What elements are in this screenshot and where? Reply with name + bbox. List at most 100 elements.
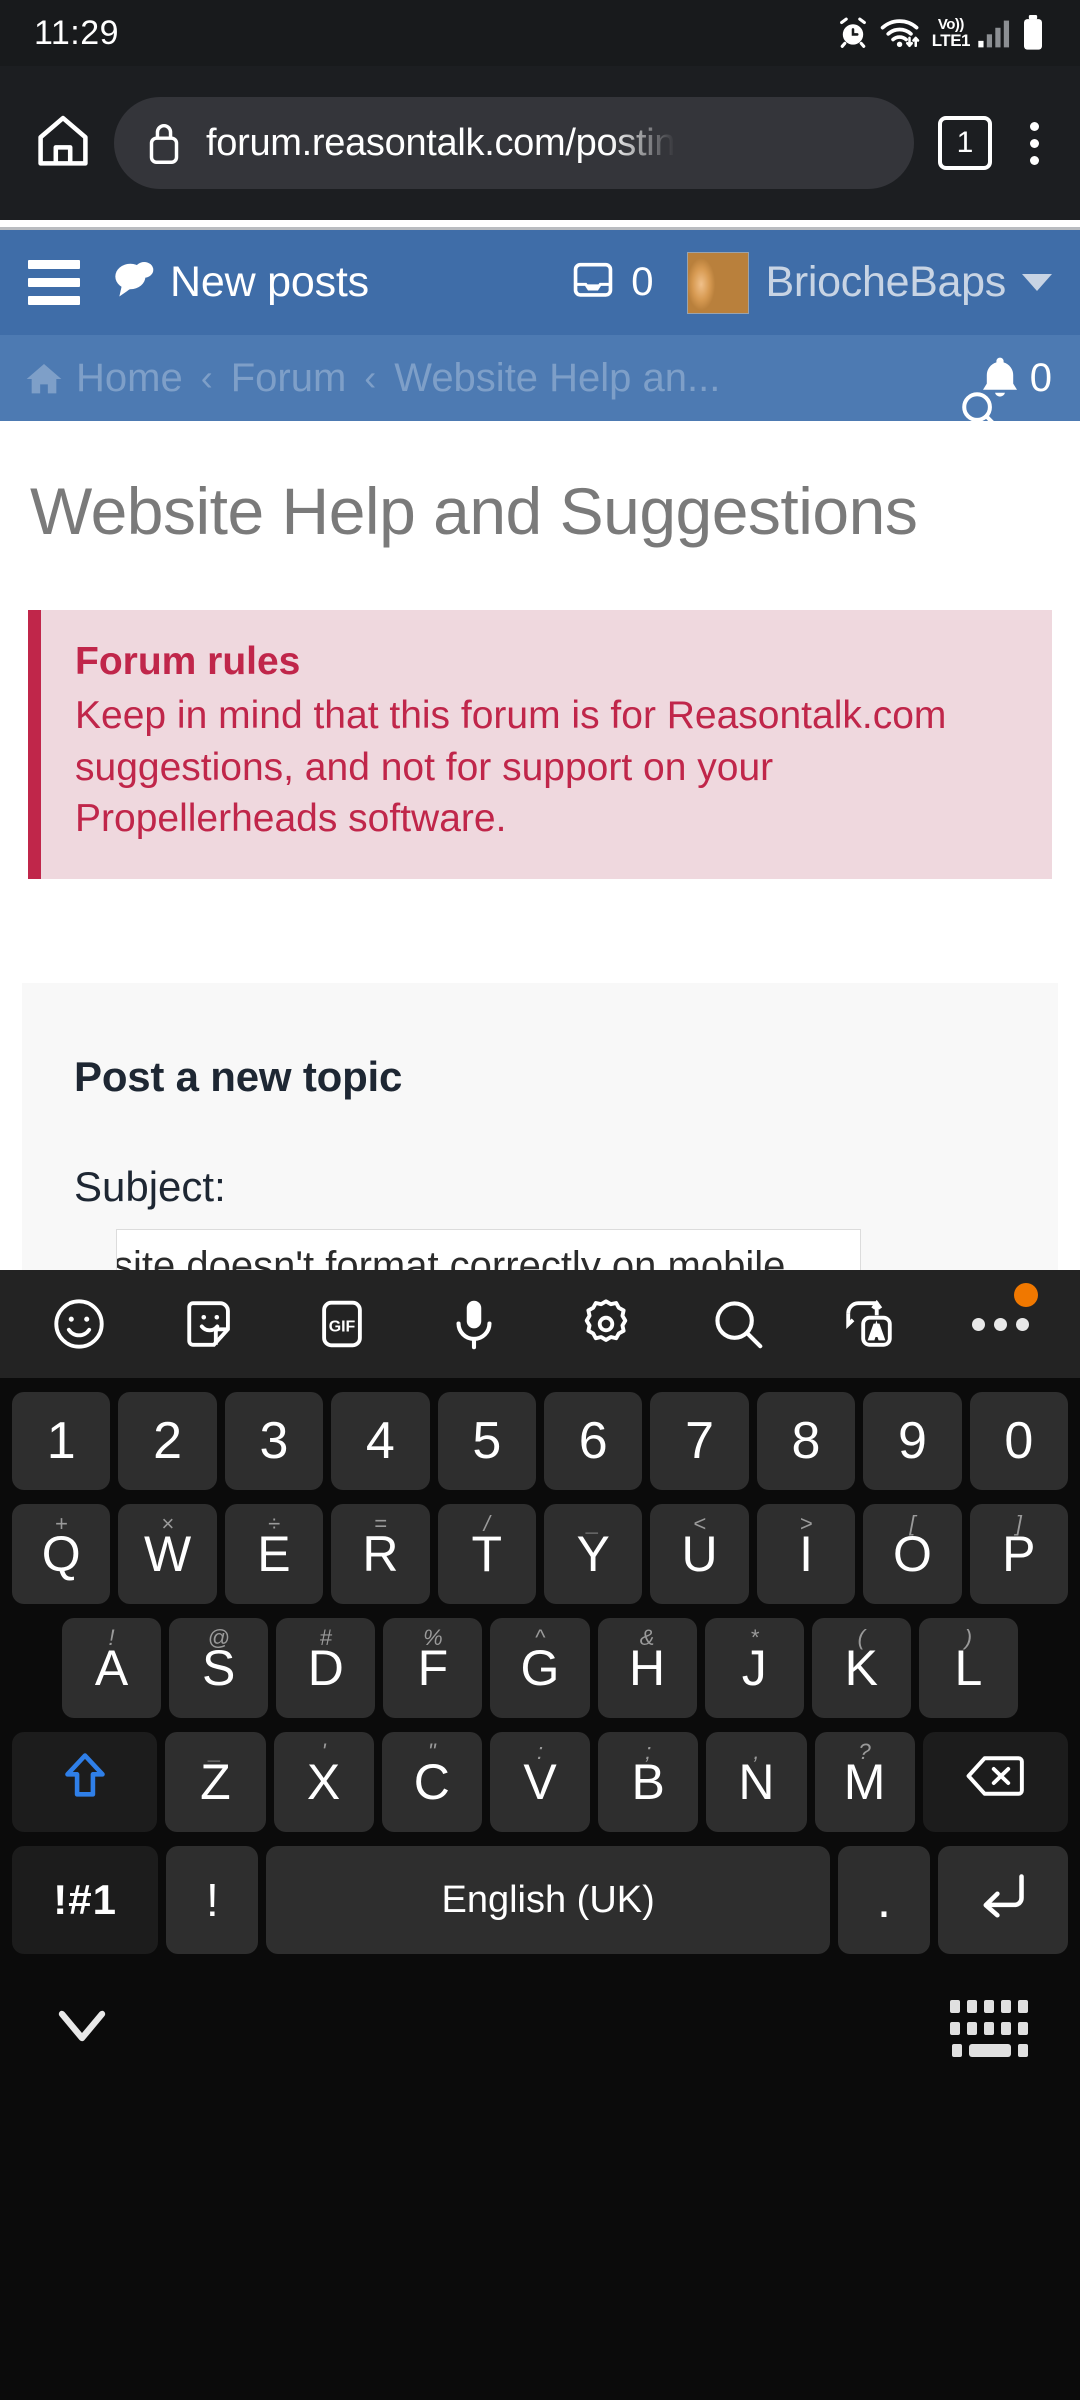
new-posts-link[interactable]: New posts xyxy=(110,258,369,307)
shift-key[interactable] xyxy=(12,1732,158,1832)
key-s-symbol: @ xyxy=(207,1625,230,1650)
key-e[interactable]: ÷ E xyxy=(224,1504,324,1604)
key-n[interactable]: ,N xyxy=(706,1732,807,1832)
settings-gear-icon[interactable] xyxy=(571,1289,641,1359)
kebab-menu-icon[interactable] xyxy=(1014,121,1054,165)
key-z[interactable]: _ Z xyxy=(165,1732,266,1832)
period-key[interactable]: . xyxy=(837,1846,930,1954)
enter-return-icon xyxy=(975,1869,1031,1931)
key-9[interactable]: 9 xyxy=(863,1392,962,1490)
key-w[interactable]: × W xyxy=(118,1504,217,1604)
key-j-symbol: * xyxy=(749,1625,759,1650)
key-m[interactable]: ? M xyxy=(814,1732,915,1832)
inbox-link[interactable]: 0 xyxy=(571,260,653,305)
breadcrumb-item-current[interactable]: Website Help an... xyxy=(394,356,720,401)
key-f-symbol: % xyxy=(423,1625,443,1650)
alarm-clock-icon xyxy=(836,16,870,50)
key-w-symbol: × xyxy=(161,1511,175,1536)
status-bar: 11:29 Vo)) LTE1 xyxy=(0,0,1080,66)
key-n-symbol: , xyxy=(753,1739,760,1764)
key-u[interactable]: < U xyxy=(650,1504,749,1604)
avatar[interactable] xyxy=(687,251,750,314)
key-l[interactable]: ) L xyxy=(918,1618,1018,1718)
search-icon[interactable] xyxy=(703,1289,773,1359)
breadcrumb-actions: 0 xyxy=(962,354,1056,421)
key-t-symbol: / xyxy=(483,1511,490,1536)
key-b[interactable]: ; B xyxy=(598,1732,699,1832)
key-x-symbol: ' xyxy=(321,1739,326,1764)
sticker-icon[interactable] xyxy=(176,1289,246,1359)
hamburger-menu-icon[interactable] xyxy=(28,260,80,305)
key-s[interactable]: @ S xyxy=(169,1618,269,1718)
microphone-icon[interactable] xyxy=(439,1289,509,1359)
signal-bars-icon xyxy=(977,17,1011,49)
key-8[interactable]: 8 xyxy=(756,1392,856,1490)
chevron-down-icon[interactable] xyxy=(52,2004,112,2053)
symbols-key[interactable]: !#1 xyxy=(12,1846,159,1954)
key-c[interactable]: " C xyxy=(381,1732,482,1832)
key-v[interactable]: :V xyxy=(489,1732,591,1832)
key-a[interactable]: ! A xyxy=(62,1618,162,1718)
key-g[interactable]: ^ G xyxy=(490,1618,590,1718)
breadcrumb: Home ‹ Forum ‹ Website Help an... 0 xyxy=(0,335,1080,421)
key-3[interactable]: 3 xyxy=(224,1392,324,1490)
key-t[interactable]: / T xyxy=(437,1504,536,1604)
key-0[interactable]: 0 xyxy=(969,1392,1069,1490)
enter-key[interactable] xyxy=(937,1846,1068,1954)
key-h[interactable]: & H xyxy=(597,1618,697,1718)
key-q[interactable]: + Q xyxy=(11,1504,111,1604)
new-posts-label: New posts xyxy=(170,258,369,306)
key-g-symbol: ^ xyxy=(534,1625,546,1650)
key-1[interactable]: 1 xyxy=(11,1392,111,1490)
exclamation-key[interactable]: ! xyxy=(166,1846,259,1954)
key-x[interactable]: ' X xyxy=(273,1732,374,1832)
key-k[interactable]: (K xyxy=(811,1618,911,1718)
username-label[interactable]: BriocheBaps xyxy=(765,258,1006,307)
keyboard-nav-bar xyxy=(0,1968,1080,2088)
key-h-symbol: & xyxy=(639,1625,655,1650)
key-p[interactable]: ] P xyxy=(969,1504,1069,1604)
key-6[interactable]: 6 xyxy=(544,1392,643,1490)
status-icons: Vo)) LTE1 xyxy=(836,15,1046,51)
shift-arrow-icon xyxy=(60,1748,110,1816)
key-7[interactable]: 7 xyxy=(650,1392,749,1490)
keyboard-switch-icon[interactable] xyxy=(950,1999,1028,2057)
url-bar[interactable]: forum.reasontalk.com/postin xyxy=(114,97,914,189)
keyboard-row-function: !#1 ! English (UK) . xyxy=(6,1846,1074,1954)
key-u-symbol: < xyxy=(693,1511,707,1536)
breadcrumb-separator: ‹ xyxy=(364,357,377,398)
key-p-symbol: ] xyxy=(1015,1511,1022,1536)
chevron-down-icon[interactable] xyxy=(1022,274,1052,291)
translate-icon[interactable]: A xyxy=(834,1289,904,1359)
browser-toolbar: forum.reasontalk.com/postin 1 xyxy=(0,66,1080,220)
key-k-symbol: ( xyxy=(857,1625,865,1650)
breadcrumb-separator: ‹ xyxy=(200,357,213,398)
tab-count-button[interactable]: 1 xyxy=(938,116,992,170)
key-5[interactable]: 5 xyxy=(437,1392,536,1490)
key-y[interactable]: _ Y xyxy=(544,1504,643,1604)
space-key[interactable]: English (UK) xyxy=(266,1846,830,1954)
backspace-key[interactable] xyxy=(922,1732,1069,1832)
home-button[interactable] xyxy=(20,100,106,186)
key-c-symbol: " xyxy=(427,1739,436,1764)
key-r[interactable]: = R xyxy=(331,1504,430,1604)
key-j[interactable]: * J xyxy=(704,1618,804,1718)
key-b-symbol: ; xyxy=(645,1739,652,1764)
key-f[interactable]: % F xyxy=(383,1618,483,1718)
emoji-icon[interactable] xyxy=(44,1289,114,1359)
keyboard-row-bottom-letters: _ Z ' X " C :V ; B ,N ? M xyxy=(6,1732,1074,1832)
overflow-menu-icon[interactable] xyxy=(966,1283,1038,1359)
home-solid-icon[interactable] xyxy=(24,359,64,397)
key-o[interactable]: [O xyxy=(863,1504,962,1604)
gif-icon[interactable]: GIF xyxy=(307,1289,377,1359)
breadcrumb-item-home[interactable]: Home xyxy=(76,356,183,401)
key-d[interactable]: # D xyxy=(276,1618,376,1718)
key-2[interactable]: 2 xyxy=(118,1392,217,1490)
virtual-keyboard: GIF A 1 2 3 4 5 6 7 8 9 0 + Q × W ÷ E = … xyxy=(0,1270,1080,2400)
key-i[interactable]: > I xyxy=(756,1504,856,1604)
breadcrumb-item-forum[interactable]: Forum xyxy=(231,356,347,401)
key-i-symbol: > xyxy=(799,1511,813,1536)
wifi-icon xyxy=(879,16,923,50)
bell-icon[interactable] xyxy=(978,354,1022,402)
key-4[interactable]: 4 xyxy=(331,1392,430,1490)
